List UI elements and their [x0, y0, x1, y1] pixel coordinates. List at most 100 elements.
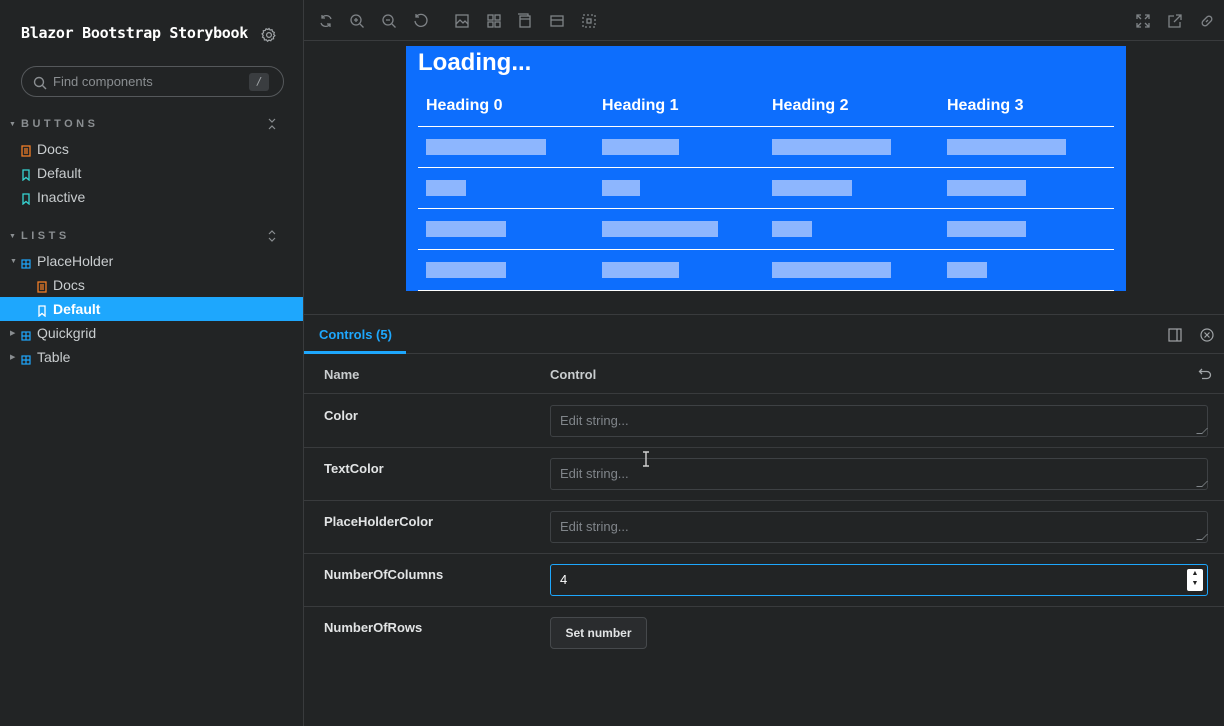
- table-heading: Heading 1: [594, 86, 764, 127]
- open-new-tab-icon[interactable]: [1167, 13, 1183, 29]
- main-area: Loading... Heading 0 Heading 1 Heading 2…: [304, 0, 1224, 726]
- sidebar-item-label: Inactive: [37, 189, 86, 205]
- sidebar-item-placeholder[interactable]: ▼ PlaceHolder: [0, 249, 303, 273]
- settings-gear-icon[interactable]: [261, 27, 279, 45]
- bookmark-icon: [21, 168, 31, 182]
- sidebar-item-quickgrid[interactable]: ▶ Quickgrid: [0, 321, 303, 345]
- sidebar-item-buttons-default[interactable]: Default: [0, 161, 303, 185]
- table-cell: [939, 167, 1114, 209]
- text-cursor-icon: [641, 451, 651, 467]
- resize-handle-icon[interactable]: [1196, 534, 1208, 540]
- table-cell: [764, 126, 939, 168]
- input-placeholder: Edit string...: [560, 519, 629, 534]
- control-label: NumberOfRows: [324, 620, 423, 635]
- resize-handle-icon[interactable]: [1196, 481, 1208, 487]
- placeholder-bar: [772, 179, 852, 196]
- table-cell: [764, 208, 939, 250]
- controls-header: Name Control: [304, 355, 1224, 394]
- zoom-in-icon[interactable]: [349, 13, 365, 29]
- story-preview: Loading... Heading 0 Heading 1 Heading 2…: [304, 41, 1224, 314]
- placeholder-bar: [772, 261, 891, 278]
- group-lists[interactable]: ▼ LISTS: [9, 228, 281, 244]
- reset-controls-icon[interactable]: [1198, 367, 1212, 381]
- zoom-out-icon[interactable]: [381, 13, 397, 29]
- placeholder-bar: [772, 220, 812, 237]
- table-cell: [594, 167, 764, 209]
- grid-icon[interactable]: [486, 13, 502, 29]
- placeholder-bar: [947, 138, 1066, 155]
- collapse-all-icon[interactable]: [267, 118, 277, 130]
- placeholder-bar: [602, 261, 679, 278]
- component-icon: [21, 256, 31, 269]
- fullscreen-icon[interactable]: [1135, 13, 1151, 29]
- close-panel-icon[interactable]: [1200, 327, 1214, 342]
- chevron-down-icon: ▼: [9, 120, 16, 128]
- table-cell: [939, 249, 1114, 291]
- chevron-right-icon: ▶: [10, 354, 16, 361]
- reload-icon[interactable]: [318, 13, 334, 29]
- outline-icon[interactable]: [581, 13, 597, 29]
- panel-orientation-icon[interactable]: [1168, 327, 1182, 342]
- group-buttons-label: BUTTONS: [21, 118, 99, 130]
- sidebar-item-placeholder-default[interactable]: Default: [0, 297, 303, 321]
- placeholder-bar: [426, 220, 506, 237]
- placeholder-bar: [602, 220, 718, 237]
- tab-controls[interactable]: Controls (5): [304, 315, 406, 354]
- number-spinner[interactable]: ▲ ▼: [1187, 569, 1203, 591]
- brand-title[interactable]: Blazor Bootstrap Storybook: [21, 24, 248, 42]
- color-input[interactable]: Edit string...: [550, 405, 1208, 437]
- table-cell: [418, 208, 594, 250]
- control-label: Color: [324, 408, 358, 423]
- set-number-button[interactable]: Set number: [550, 617, 647, 649]
- sidebar-item-placeholder-docs[interactable]: Docs: [0, 273, 303, 297]
- placeholder-bar: [947, 179, 1026, 196]
- component-search[interactable]: /: [21, 66, 284, 97]
- sidebar: Blazor Bootstrap Storybook / ▼ BUTTONS D…: [0, 0, 304, 726]
- chevron-down-icon: ▼: [10, 257, 17, 265]
- placeholder-table-canvas: Loading... Heading 0 Heading 1 Heading 2…: [406, 46, 1126, 291]
- sidebar-item-label: Docs: [53, 277, 85, 293]
- sidebar-item-label: Docs: [37, 141, 69, 157]
- resize-handle-icon[interactable]: [1196, 428, 1208, 434]
- numberofcolumns-input[interactable]: 4 ▲ ▼: [550, 564, 1208, 596]
- table-row: [418, 208, 1114, 250]
- panel-tabs: Controls (5): [304, 315, 1224, 354]
- copy-link-icon[interactable]: [1199, 13, 1215, 29]
- placeholder-bar: [772, 138, 891, 155]
- storybook-app: Blazor Bootstrap Storybook / ▼ BUTTONS D…: [0, 0, 1224, 726]
- expand-all-icon[interactable]: [267, 230, 277, 242]
- placeholder-bar: [426, 138, 546, 155]
- column-control: Control: [550, 367, 597, 382]
- control-row-color: Color Edit string...: [304, 395, 1224, 448]
- placeholder-bar: [602, 138, 679, 155]
- sidebar-item-buttons-inactive[interactable]: Inactive: [0, 185, 303, 209]
- input-value: 4: [560, 572, 568, 587]
- table-cell: [594, 126, 764, 168]
- table-cell: [594, 249, 764, 291]
- viewport-icon[interactable]: [517, 13, 533, 29]
- table-cell: [939, 126, 1114, 168]
- table-heading: Heading 0: [418, 86, 594, 127]
- control-row-numberofrows: NumberOfRows Set number: [304, 607, 1224, 660]
- table-header-row: Heading 0 Heading 1 Heading 2 Heading 3: [418, 86, 1114, 127]
- table-row: [418, 249, 1114, 291]
- search-input[interactable]: [53, 74, 243, 89]
- control-label: PlaceHolderColor: [324, 514, 434, 529]
- background-image-icon[interactable]: [454, 13, 470, 29]
- group-buttons[interactable]: ▼ BUTTONS: [9, 116, 281, 132]
- table-cell: [764, 167, 939, 209]
- table-heading: Heading 3: [939, 86, 1114, 127]
- sidebar-item-table[interactable]: ▶ Table: [0, 345, 303, 369]
- sidebar-item-buttons-docs[interactable]: Docs: [0, 137, 303, 161]
- chevron-down-icon: ▼: [9, 232, 16, 240]
- search-icon: [33, 75, 47, 89]
- bookmark-icon: [37, 304, 47, 318]
- sidebar-item-label: PlaceHolder: [37, 253, 114, 269]
- table-row: [418, 126, 1114, 168]
- reset-zoom-icon[interactable]: [413, 13, 429, 29]
- control-label: NumberOfColumns: [324, 567, 444, 582]
- measure-icon[interactable]: [549, 13, 565, 29]
- input-placeholder: Edit string...: [560, 466, 629, 481]
- placeholdercolor-input[interactable]: Edit string...: [550, 511, 1208, 543]
- document-icon: [37, 280, 47, 293]
